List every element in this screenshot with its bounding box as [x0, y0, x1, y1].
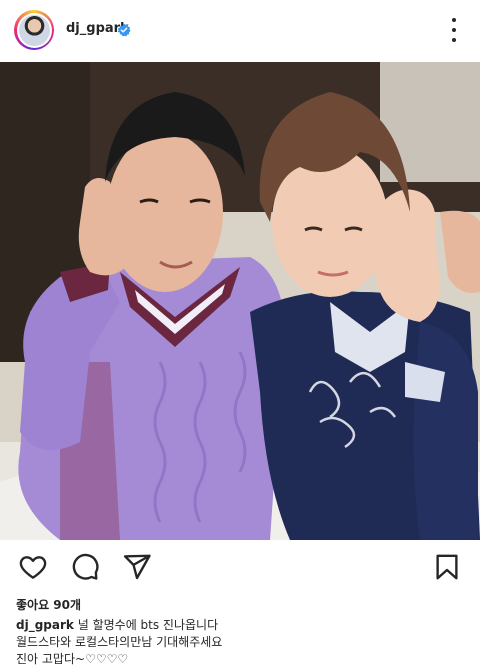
heart-icon[interactable]: [18, 552, 48, 582]
caption-line: 월드스타와 로컬스타의만남 기대해주세요: [16, 635, 223, 649]
send-icon[interactable]: [122, 552, 152, 582]
avatar[interactable]: [14, 10, 54, 50]
post-photo-illustration: [0, 62, 480, 540]
avatar-image: [18, 14, 50, 46]
like-count[interactable]: 좋아요 90개: [16, 596, 81, 613]
caption-username[interactable]: dj_gpark: [16, 618, 74, 632]
caption-line: 진아 고맙다~♡♡♡♡: [16, 652, 129, 666]
more-options-icon[interactable]: [447, 18, 461, 42]
action-bar: [0, 548, 480, 588]
comment-icon[interactable]: [70, 552, 100, 582]
post-photo[interactable]: [0, 62, 480, 540]
verified-badge-icon: [117, 23, 131, 37]
caption: dj_gpark 널 할명수에 bts 진나옵니다 월드스타와 로컬스타의만남 …: [16, 617, 466, 668]
bookmark-icon[interactable]: [432, 552, 462, 582]
caption-text: 널 할명수에 bts 진나옵니다: [77, 618, 219, 632]
post-header: dj_gpark: [0, 0, 480, 62]
caption-line: dj_gpark 널 할명수에 bts 진나옵니다: [16, 617, 466, 634]
